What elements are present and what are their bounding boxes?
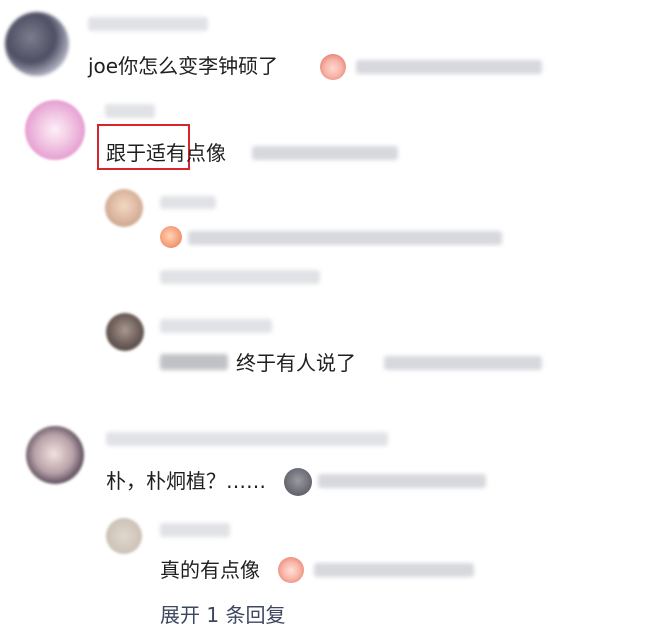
avatar[interactable] [5,12,69,76]
meta-info [356,60,542,74]
peach-emoji [160,226,182,248]
username[interactable] [160,319,272,333]
comment-text: joe你怎么变李钟硕了 [88,54,279,78]
username[interactable] [160,196,216,209]
meta-info [318,474,486,488]
username[interactable] [160,523,230,537]
reply-text: 跟于适有点像 [106,141,226,165]
username[interactable] [88,17,208,31]
username[interactable] [106,432,388,446]
avatar[interactable] [105,189,143,227]
username[interactable] [105,104,155,118]
sad-ghost-emoji [284,468,312,496]
reply-text: 终于有人说了 [236,351,356,375]
avatar[interactable] [106,313,144,351]
crying-face-emoji [320,54,346,80]
meta-info [252,146,398,160]
meta-info [314,563,474,577]
meta-info [160,270,320,284]
reply-to-tag [160,354,228,370]
reply-text [188,231,502,245]
meta-info [384,356,542,370]
comment-text: 朴，朴炯植？…… [106,469,266,493]
shocked-face-emoji [278,557,304,583]
avatar[interactable] [26,426,84,484]
expand-replies-link[interactable]: 展开 1 条回复 [160,605,285,625]
avatar[interactable] [25,100,85,160]
reply-text: 真的有点像 [160,558,260,582]
avatar[interactable] [106,518,142,554]
